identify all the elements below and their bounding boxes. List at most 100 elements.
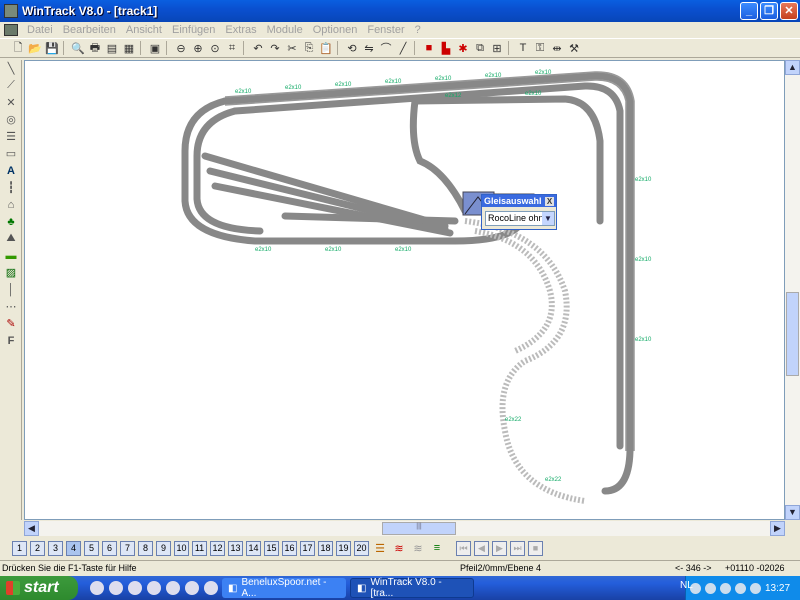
zoom-in-icon[interactable]: ⊕ (190, 40, 206, 56)
volume-icon[interactable] (750, 582, 761, 594)
open-icon[interactable]: 📂 (27, 40, 43, 56)
list-icon[interactable]: ▦ (121, 40, 137, 56)
layer-button-6[interactable]: 6 (102, 540, 117, 556)
layer-button-8[interactable]: 8 (138, 540, 153, 556)
layer-button-16[interactable]: 16 (282, 540, 297, 556)
menu-optionen[interactable]: Optionen (308, 24, 363, 36)
paste-icon[interactable]: 📋 (318, 40, 334, 56)
horizontal-scroll-thumb[interactable]: ||| (382, 522, 456, 535)
layer-button-1[interactable]: 1 (12, 540, 27, 556)
layers-gray-icon[interactable]: ≋ (410, 540, 426, 556)
rail-tool-icon[interactable]: ☰ (2, 128, 20, 145)
text-icon[interactable]: T (515, 40, 531, 56)
lock-icon[interactable]: ⚿ (532, 40, 548, 56)
line-icon[interactable]: ╱ (395, 40, 411, 56)
vertical-scrollbar[interactable]: ▲ ▼ (785, 60, 800, 520)
layer-button-4[interactable]: 4 (66, 540, 81, 556)
nav-last-icon[interactable]: ⏭ (510, 540, 525, 556)
layer-button-19[interactable]: 19 (336, 540, 351, 556)
layer-icon[interactable]: ⧉ (472, 40, 488, 56)
layer-button-3[interactable]: 3 (48, 540, 63, 556)
signal-block-icon[interactable]: ▙ (438, 40, 454, 56)
language-indicator[interactable]: NL (680, 580, 693, 591)
layer-button-7[interactable]: 7 (120, 540, 135, 556)
layer-button-20[interactable]: 20 (354, 540, 369, 556)
image-icon[interactable]: ▣ (147, 40, 163, 56)
document-icon[interactable] (4, 24, 18, 36)
layers-red-icon[interactable]: ≋ (391, 540, 407, 556)
print-preview-icon[interactable]: 🔍 (70, 40, 86, 56)
ground-tool-icon[interactable]: ▭ (2, 145, 20, 162)
layer-button-9[interactable]: 9 (156, 540, 171, 556)
app-icon-3[interactable] (185, 581, 199, 595)
menu-module[interactable]: Module (262, 24, 308, 36)
track-canvas[interactable]: e2x10 e2x10 e2x10 e2x10 e2x10 e2x10 e2x1… (24, 60, 785, 520)
menu-ansicht[interactable]: Ansicht (121, 24, 167, 36)
dots-tool-icon[interactable]: ⋯ (2, 298, 20, 315)
media-icon[interactable] (128, 581, 142, 595)
landscape-tool-icon[interactable]: ▬ (2, 247, 20, 264)
layers-stack-icon[interactable]: ☰ (372, 540, 388, 556)
track-layout[interactable]: e2x10 e2x10 e2x10 e2x10 e2x10 e2x10 e2x1… (25, 61, 786, 521)
signal-tool-icon[interactable]: ┇ (2, 179, 20, 196)
signal-red-icon[interactable]: ■ (421, 40, 437, 56)
switch-tool-icon[interactable]: ⟋ (2, 77, 20, 94)
gleisauswahl-close-button[interactable]: X (545, 196, 554, 206)
horizontal-scrollbar[interactable]: ◀ ||| ▶ (24, 521, 785, 536)
chevron-down-icon[interactable]: ▼ (542, 212, 554, 225)
zoom-window-icon[interactable]: ⊙ (207, 40, 223, 56)
layer-button-12[interactable]: 12 (210, 540, 225, 556)
layers-green-icon[interactable]: ≡ (429, 540, 445, 556)
font-tool-icon[interactable]: F (2, 332, 20, 349)
flip-icon[interactable]: ⇋ (361, 40, 377, 56)
zoom-fit-icon[interactable]: ⌗ (224, 40, 240, 56)
layer-button-5[interactable]: 5 (84, 540, 99, 556)
menu-help[interactable]: ? (410, 24, 426, 36)
vertical-scroll-thumb[interactable] (786, 292, 799, 376)
app-icon-1[interactable] (147, 581, 161, 595)
tree-tool-icon[interactable]: ♣ (2, 213, 20, 230)
layer-button-2[interactable]: 2 (30, 540, 45, 556)
undo-icon[interactable]: ↶ (250, 40, 266, 56)
taskbar-item-wintrack[interactable]: ◧ WinTrack V8.0 - [tra... (350, 577, 474, 599)
menu-einfuegen[interactable]: Einfügen (167, 24, 220, 36)
rotate-icon[interactable]: ⟲ (344, 40, 360, 56)
gleisauswahl-panel[interactable]: Gleisauswahl X RocoLine ohne ▼ (481, 194, 557, 230)
crossing-tool-icon[interactable]: ✕ (2, 94, 20, 111)
taskbar-item-beneluxspoor[interactable]: ◧ BeneluxSpoor.net - A... (222, 577, 346, 599)
gleisauswahl-header[interactable]: Gleisauswahl X (482, 195, 556, 207)
tray-icon-2[interactable] (705, 582, 716, 594)
layer-button-11[interactable]: 11 (192, 540, 207, 556)
scroll-up-button[interactable]: ▲ (785, 60, 800, 75)
desktop-icon[interactable] (90, 581, 104, 595)
menu-extras[interactable]: Extras (220, 24, 261, 36)
line-tool-icon[interactable]: │ (2, 281, 20, 298)
nav-next-icon[interactable]: ▶ (492, 540, 507, 556)
app-icon-4[interactable] (204, 581, 218, 595)
browser-icon[interactable] (109, 581, 123, 595)
tray-icon-4[interactable] (735, 582, 746, 594)
nav-end-icon[interactable]: ■ (528, 540, 543, 556)
zoom-out-icon[interactable]: ⊖ (173, 40, 189, 56)
connector-icon[interactable]: ✱ (455, 40, 471, 56)
new-icon[interactable]: 🗋 (10, 40, 26, 56)
menu-datei[interactable]: Datei (22, 24, 58, 36)
tray-icon-3[interactable] (720, 582, 731, 594)
print-setup-icon[interactable]: ▤ (104, 40, 120, 56)
track-system-select[interactable]: RocoLine ohne ▼ (485, 211, 555, 226)
text-tool-icon[interactable]: A (2, 162, 20, 179)
layer-button-14[interactable]: 14 (246, 540, 261, 556)
scroll-right-button[interactable]: ▶ (770, 521, 785, 536)
scroll-down-button[interactable]: ▼ (785, 505, 800, 520)
nav-first-icon[interactable]: ⏮ (456, 540, 471, 556)
terrain-tool-icon[interactable]: ⛰ (2, 230, 20, 247)
scroll-left-button[interactable]: ◀ (24, 521, 39, 536)
turntable-tool-icon[interactable]: ◎ (2, 111, 20, 128)
tools-icon[interactable]: ⚒ (566, 40, 582, 56)
layer-button-15[interactable]: 15 (264, 540, 279, 556)
nav-prev-icon[interactable]: ◀ (474, 540, 489, 556)
grid-icon[interactable]: ⊞ (489, 40, 505, 56)
start-button[interactable]: start (0, 576, 78, 600)
cut-icon[interactable]: ✂ (284, 40, 300, 56)
menu-fenster[interactable]: Fenster (362, 24, 409, 36)
